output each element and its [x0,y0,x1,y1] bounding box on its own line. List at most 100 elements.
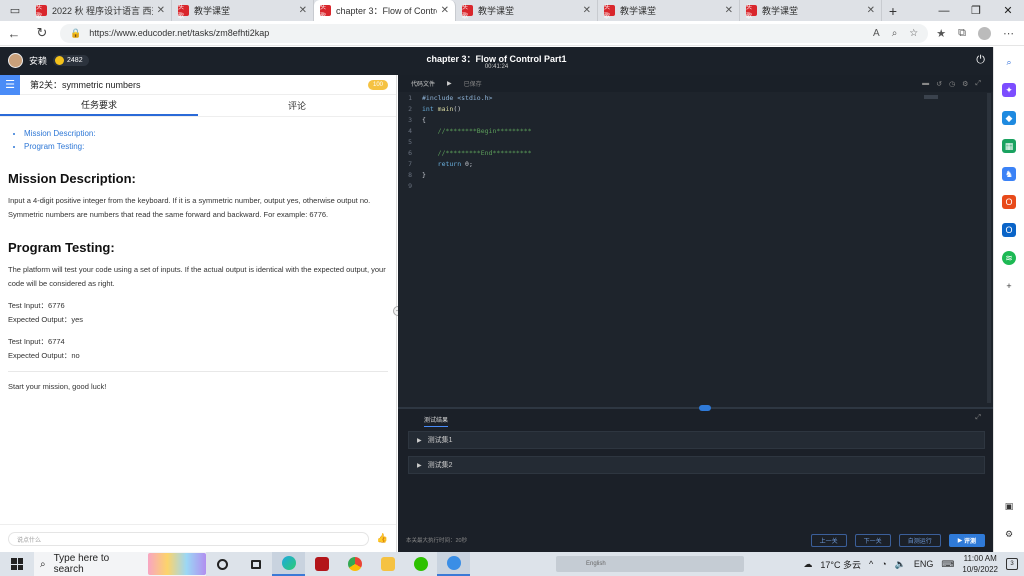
menu-icon[interactable]: ☰ [0,74,20,95]
tools-icon[interactable]: ▦ [1002,139,1016,153]
browser-tab-2[interactable]: 头歌 教学课堂 ✕ [172,0,314,21]
feishu-icon[interactable] [437,552,470,576]
line-text[interactable]: //********Begin********* [422,126,532,137]
file-explorer-icon[interactable] [371,552,404,576]
close-window-icon[interactable]: ✕ [992,0,1024,21]
line-text[interactable]: int main() [422,104,461,115]
close-tab-icon[interactable]: ✕ [441,5,449,16]
line-text[interactable]: #include <stdio.h> [422,93,492,104]
minimize-icon[interactable]: — [928,0,960,21]
browser-tab-6[interactable]: 头歌 教学课堂 ✕ [740,0,882,21]
more-menu-icon[interactable]: ⋯ [1003,27,1014,40]
notification-icon[interactable]: 3 [1006,558,1018,570]
network-icon[interactable]: ◔ [881,559,886,569]
ime-toolbar[interactable]: English [556,556,744,572]
settings-icon[interactable]: ⚙ [962,80,968,88]
games-icon[interactable]: ♞ [1002,167,1016,181]
run-icon[interactable]: ▶ [447,80,452,87]
close-tab-icon[interactable]: ✕ [725,5,733,16]
profile-avatar[interactable] [978,26,991,40]
code-line[interactable]: 9 [398,181,988,192]
favorites-icon[interactable]: ★ [936,27,946,40]
zoom-icon[interactable]: ⌕ [892,28,898,39]
volume-icon[interactable]: 🔈 [895,559,906,570]
code-line[interactable]: 6 //*********End********** [398,148,988,159]
close-tab-icon[interactable]: ✕ [867,5,875,16]
line-text[interactable]: return 0; [422,159,473,170]
restore-icon[interactable]: ❐ [960,0,992,21]
task-view-icon[interactable] [239,552,272,576]
toc-testing-link[interactable]: Program Testing: [24,140,388,153]
wechat-icon[interactable] [404,552,437,576]
input-mode-icon[interactable]: ⌨ [941,559,954,570]
close-tab-icon[interactable]: ✕ [583,5,591,16]
code-editor[interactable]: 代码文件 ▶ 已保存 ▬ ↺ ◷ ⚙ ⤢ 1 #include <stdio.h>… [398,75,993,407]
weather-text[interactable]: 17°C 多云 [820,558,861,571]
browser-tab-4[interactable]: 头歌 教学课堂 ✕ [456,0,598,21]
tab-requirements[interactable]: 任务要求 [0,95,198,116]
browser-tab-5[interactable]: 头歌 教学课堂 ✕ [598,0,740,21]
cortana-icon[interactable] [206,552,239,576]
close-tab-icon[interactable]: ✕ [157,5,165,16]
test-results-tab[interactable]: 测试结果 [424,415,449,427]
prev-level-button[interactable]: 上一关 [810,533,847,547]
outlook-icon[interactable]: O [1002,223,1016,237]
code-line[interactable]: 3{ [398,115,988,126]
office-icon[interactable]: O [1002,195,1016,209]
weather-icon[interactable]: ☁ [803,559,812,570]
file-tab[interactable]: 代码文件 [411,79,435,88]
close-tab-icon[interactable]: ✕ [299,5,307,16]
fullscreen-icon[interactable]: ⤢ [975,80,981,88]
lang-indicator[interactable]: ENG [914,559,934,569]
taskbar-search[interactable]: ⌕ Type here to search [34,552,206,576]
history-icon[interactable]: ◷ [949,80,955,88]
edge-app-icon[interactable] [272,552,305,576]
comment-input[interactable]: 说点什么 [8,531,369,546]
self-test-button[interactable]: 自测运行 [898,533,941,547]
layout-icon[interactable]: ▣ [1002,499,1016,513]
code-line[interactable]: 8} [398,170,988,181]
power-icon[interactable]: ⏻ [976,54,985,67]
back-icon[interactable]: ← [0,26,28,41]
toc-mission-link[interactable]: Mission Description: [24,127,388,140]
test-case-2[interactable]: ▶ 测试集2 [408,456,985,474]
editor-scrollbar[interactable] [987,93,991,403]
folder-icon[interactable]: ▬ [922,80,929,88]
code-line[interactable]: 2 int main() [398,104,988,115]
shopping-tag-icon[interactable]: ◆ [1002,111,1016,125]
chrome-icon[interactable] [338,552,371,576]
minimap[interactable] [924,95,938,99]
evaluate-button[interactable]: ▶ 评测 [948,533,985,547]
search-icon[interactable]: ⌕ [1002,55,1016,69]
code-line[interactable]: 7 return 0; [398,159,988,170]
spotify-icon[interactable]: ≋ [1002,251,1016,265]
tray-overflow-icon[interactable]: ^ [869,559,873,569]
url-field[interactable]: 🔒 https://www.educoder.net/tasks/zm8efht… [60,23,929,43]
app-red-icon[interactable] [305,552,338,576]
tab-comments[interactable]: 评论 [198,95,396,116]
test-case-1[interactable]: ▶ 测试集1 [408,431,985,449]
expand-icon[interactable]: ⤢ [975,414,981,422]
next-level-button[interactable]: 下一关 [854,533,891,547]
browser-tab-1[interactable]: 头歌 2022 秋 程序设计语言 西交 ✕ [30,0,172,21]
line-text[interactable]: { [422,115,426,126]
refresh-icon[interactable]: ↻ [28,25,56,41]
line-text[interactable]: //*********End********** [422,148,532,159]
tab-actions-icon[interactable]: ▭ [0,0,30,21]
add-icon[interactable]: + [1002,279,1016,293]
sidebar-settings-icon[interactable]: ⚙ [1002,527,1016,541]
read-aloud-icon[interactable]: A [873,28,880,39]
reset-icon[interactable]: ↺ [936,80,942,88]
code-area[interactable]: 1 #include <stdio.h> 2 int main() 3{4 //****… [398,93,988,192]
collections-icon[interactable]: ⧉ [958,27,966,40]
code-line[interactable]: 4 //********Begin********* [398,126,988,137]
browser-tab-3[interactable]: 头歌 chapter 3：Flow of Control ✕ [314,0,456,21]
new-tab-button[interactable]: + [882,0,904,21]
favorite-star-icon[interactable]: ☆ [909,28,918,39]
like-icon[interactable]: 👍 [377,533,388,544]
split-drag-handle[interactable] [699,405,711,411]
line-text[interactable]: } [422,170,426,181]
clock[interactable]: 11:00 AM 10/9/2022 [962,553,998,575]
start-button[interactable] [0,558,34,570]
code-line[interactable]: 1 #include <stdio.h> [398,93,988,104]
